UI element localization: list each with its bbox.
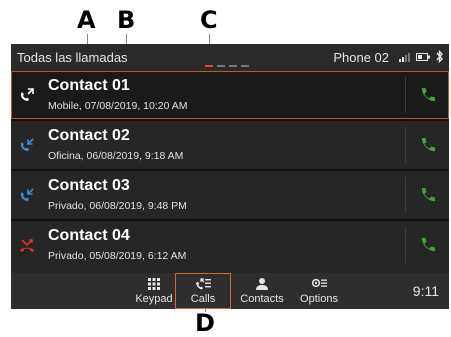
call-detail: Privado, 06/08/2019, 9:48 PM [48, 200, 187, 212]
callout-c: C [200, 6, 218, 34]
phone-icon[interactable] [419, 86, 437, 104]
page-dot-active[interactable] [205, 65, 213, 67]
bluetooth-icon [436, 50, 443, 63]
row-divider [405, 177, 406, 213]
phone-screen: Todas las llamadas Phone 02 Contact 01 M… [11, 44, 449, 309]
tab-label: Keypad [135, 293, 173, 305]
outgoing-call-icon [21, 88, 34, 101]
call-detail: Privado, 05/08/2019, 6:12 AM [48, 250, 187, 262]
options-icon [311, 278, 327, 288]
incoming-call-icon [21, 138, 34, 151]
callout-b: B [117, 6, 136, 34]
phone-icon[interactable] [419, 186, 437, 204]
tab-calls[interactable]: Calls [175, 273, 231, 309]
contact-name: Contact 02 [48, 127, 130, 144]
list-title: Todas las llamadas [17, 50, 128, 65]
tab-options[interactable]: Options [294, 273, 344, 309]
call-log-row[interactable]: Contact 01 Mobile, 07/08/2019, 10:20 AM [11, 71, 449, 119]
call-log-row[interactable]: Contact 02 Oficina, 06/08/2019, 9:18 AM [11, 121, 449, 169]
page-dot[interactable] [217, 65, 225, 67]
phone-icon[interactable] [419, 236, 437, 254]
calls-icon [196, 278, 211, 290]
row-divider [405, 127, 406, 163]
missed-call-icon [20, 239, 34, 252]
clock: 9:11 [412, 283, 439, 299]
callout-a: A [77, 6, 96, 34]
page-dot[interactable] [229, 65, 237, 67]
tab-label: Contacts [240, 293, 284, 305]
tab-contacts[interactable]: Contacts [233, 273, 291, 309]
bottom-tab-bar: Keypad Calls Contacts Options 9:11 [11, 273, 449, 309]
callout-d: D [195, 309, 215, 337]
tab-label: Options [300, 293, 338, 305]
contacts-icon [256, 278, 268, 290]
contact-name: Contact 04 [48, 227, 130, 244]
call-log-row[interactable]: Contact 04 Privado, 05/08/2019, 6:12 AM [11, 221, 449, 273]
contact-name: Contact 03 [48, 177, 130, 194]
contact-name: Contact 01 [48, 77, 130, 94]
row-divider [405, 77, 406, 113]
incoming-call-icon [21, 188, 34, 201]
call-log-row[interactable]: Contact 03 Privado, 06/08/2019, 9:48 PM [11, 171, 449, 219]
tab-keypad[interactable]: Keypad [127, 273, 181, 309]
signal-icon [399, 53, 410, 62]
battery-icon [416, 53, 430, 61]
tab-label: Calls [190, 293, 216, 305]
top-bar: Todas las llamadas Phone 02 [11, 44, 449, 71]
row-divider [405, 227, 406, 263]
call-detail: Oficina, 06/08/2019, 9:18 AM [48, 150, 184, 162]
phone-icon[interactable] [419, 136, 437, 154]
connected-phone-name: Phone 02 [333, 50, 389, 65]
page-dot[interactable] [241, 65, 249, 67]
keypad-icon [148, 278, 160, 290]
call-detail: Mobile, 07/08/2019, 10:20 AM [48, 100, 188, 112]
